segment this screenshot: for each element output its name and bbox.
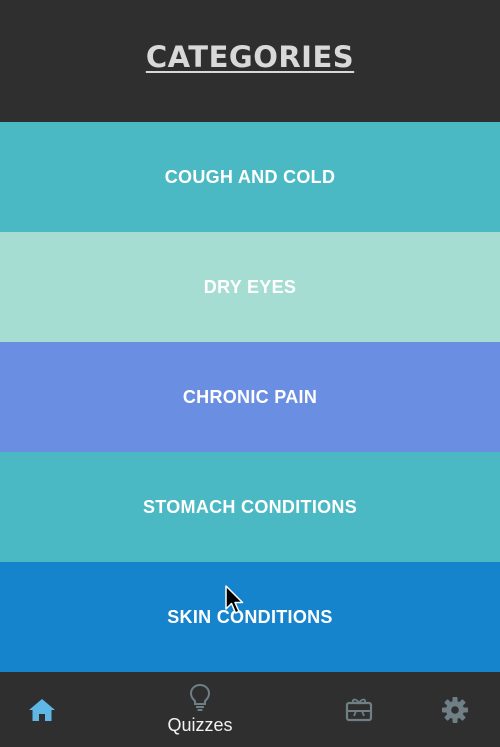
category-dry-eyes[interactable]: DRY EYES (0, 232, 500, 342)
category-label: STOMACH CONDITIONS (142, 496, 358, 517)
bottom-navigation: Quizzes (0, 672, 500, 747)
category-list: COUGH AND COLD DRY EYES CHRONIC PAIN STO… (0, 122, 500, 672)
nav-rewards[interactable] (326, 672, 392, 747)
page-title: CATEGORIES (145, 40, 355, 74)
nav-quizzes-label: Quizzes (167, 715, 233, 735)
category-chronic-pain[interactable]: CHRONIC PAIN (0, 342, 500, 452)
app-screen: CATEGORIES COUGH AND COLD DRY EYES CHRON… (0, 0, 500, 747)
nav-home[interactable] (10, 672, 74, 747)
category-label: CHRONIC PAIN (182, 386, 318, 407)
nav-quizzes[interactable]: Quizzes (150, 672, 250, 747)
header: CATEGORIES (0, 0, 500, 122)
lightbulb-icon (189, 683, 211, 711)
category-skin-conditions[interactable]: SKIN CONDITIONS (0, 562, 500, 672)
home-icon (29, 698, 55, 721)
category-cough-and-cold[interactable]: COUGH AND COLD (0, 122, 500, 232)
category-label: COUGH AND COLD (164, 166, 336, 187)
gear-icon (442, 696, 468, 723)
gift-card-icon (345, 698, 373, 721)
category-label: SKIN CONDITIONS (167, 606, 333, 627)
nav-settings[interactable] (422, 672, 488, 747)
category-label: DRY EYES (203, 276, 297, 297)
category-stomach-conditions[interactable]: STOMACH CONDITIONS (0, 452, 500, 562)
